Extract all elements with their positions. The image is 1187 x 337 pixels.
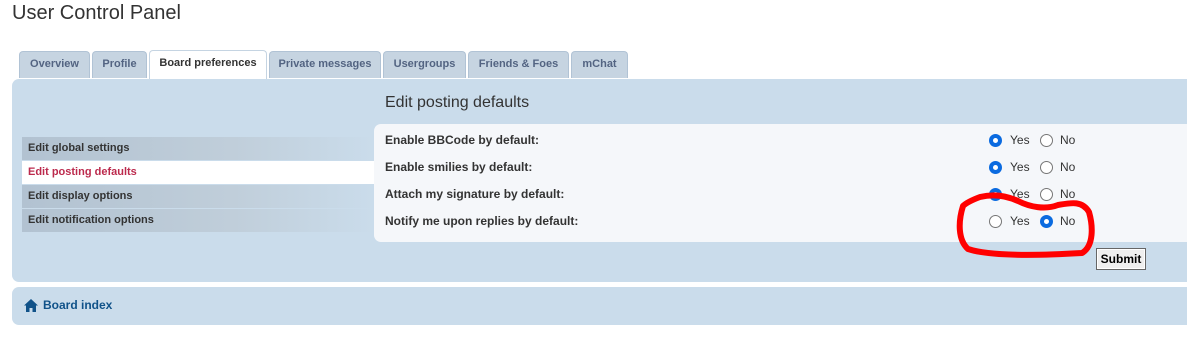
footer-nav: Board index [12, 287, 1187, 325]
submit-button[interactable]: Submit [1096, 248, 1146, 270]
smilies-no-label[interactable]: No [1060, 160, 1075, 174]
setting-row-notify: Notify me upon replies by default: Yes N… [374, 207, 1187, 234]
signature-yes-label[interactable]: Yes [1010, 187, 1030, 201]
home-icon[interactable] [24, 299, 38, 312]
tab-board-preferences[interactable]: Board preferences [149, 50, 267, 79]
sidebar-item-notification-options[interactable]: Edit notification options [22, 209, 374, 232]
posting-defaults-form: Enable BBCode by default: Yes No Enable … [374, 124, 1187, 242]
tab-usergroups[interactable]: Usergroups [383, 51, 466, 78]
notify-yes-radio[interactable] [989, 215, 1002, 228]
setting-row-smilies: Enable smilies by default: Yes No [374, 153, 1187, 180]
sidebar-item-display-options[interactable]: Edit display options [22, 185, 374, 208]
sidebar-item-global-settings[interactable]: Edit global settings [22, 137, 374, 160]
setting-row-signature: Attach my signature by default: Yes No [374, 180, 1187, 207]
page-title: User Control Panel [12, 2, 181, 24]
tab-mchat[interactable]: mChat [571, 51, 628, 78]
setting-label-notify: Notify me upon replies by default: [385, 214, 579, 228]
setting-row-bbcode: Enable BBCode by default: Yes No [374, 126, 1187, 153]
setting-label-signature: Attach my signature by default: [385, 187, 565, 201]
tab-private-messages[interactable]: Private messages [269, 51, 381, 78]
tab-overview[interactable]: Overview [19, 51, 90, 78]
signature-no-label[interactable]: No [1060, 187, 1075, 201]
setting-label-bbcode: Enable BBCode by default: [385, 133, 540, 147]
sidebar-menu: Edit global settings Edit posting defaul… [22, 137, 374, 233]
bbcode-yes-label[interactable]: Yes [1010, 133, 1030, 147]
section-title: Edit posting defaults [385, 94, 530, 111]
bbcode-no-radio[interactable] [1040, 134, 1053, 147]
notify-no-label[interactable]: No [1060, 214, 1075, 228]
notify-yes-label[interactable]: Yes [1010, 214, 1030, 228]
smilies-yes-radio[interactable] [989, 161, 1002, 174]
board-index-link[interactable]: Board index [43, 298, 112, 312]
setting-label-smilies: Enable smilies by default: [385, 160, 533, 174]
bbcode-yes-radio[interactable] [989, 134, 1002, 147]
tab-friends-foes[interactable]: Friends & Foes [468, 51, 569, 78]
signature-no-radio[interactable] [1040, 188, 1053, 201]
smilies-no-radio[interactable] [1040, 161, 1053, 174]
sidebar-item-posting-defaults[interactable]: Edit posting defaults [22, 161, 374, 184]
signature-yes-radio[interactable] [989, 188, 1002, 201]
tab-profile[interactable]: Profile [92, 51, 147, 78]
bbcode-no-label[interactable]: No [1060, 133, 1075, 147]
notify-no-radio[interactable] [1040, 215, 1053, 228]
smilies-yes-label[interactable]: Yes [1010, 160, 1030, 174]
